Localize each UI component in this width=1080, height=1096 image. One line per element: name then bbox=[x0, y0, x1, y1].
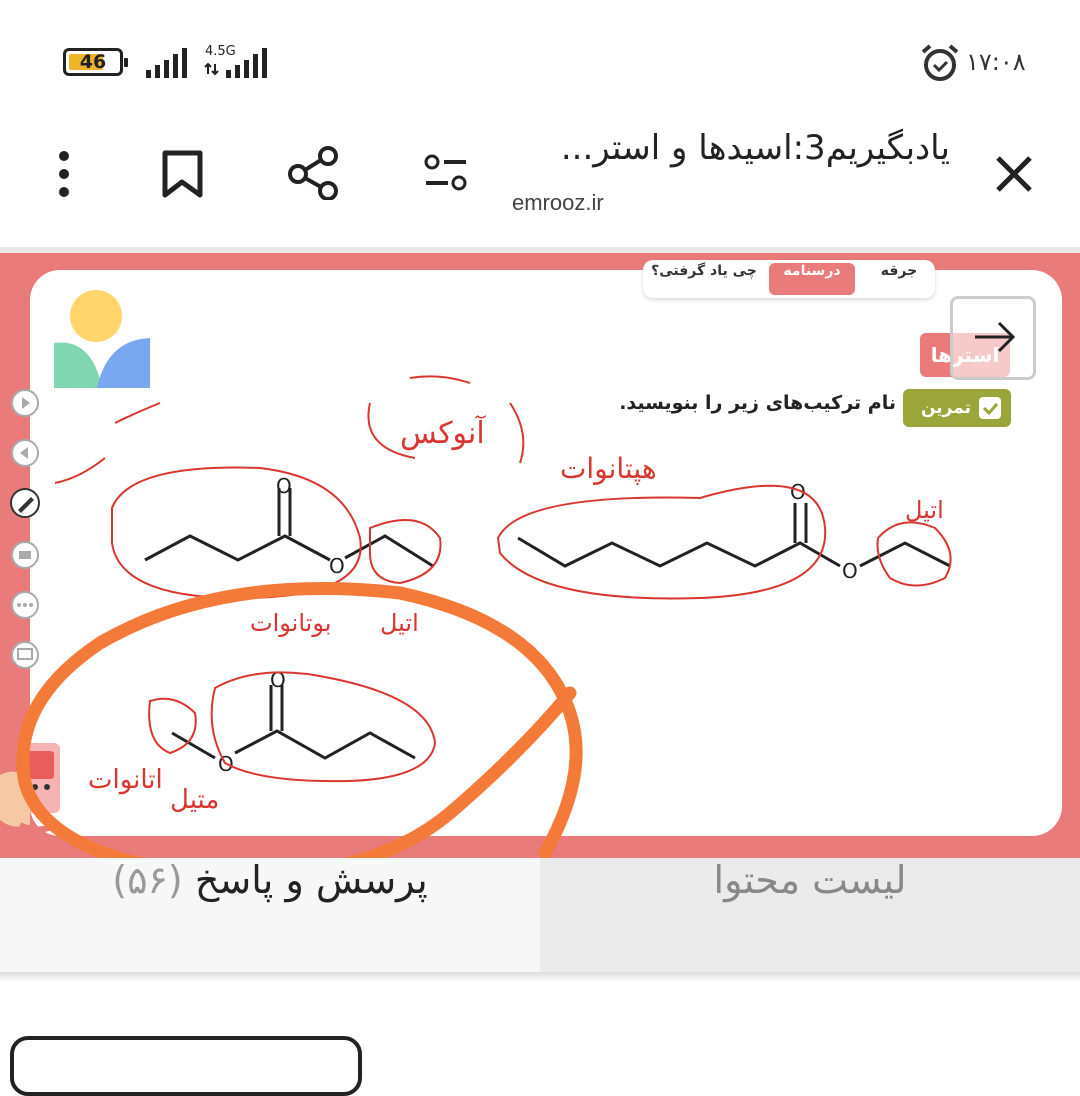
note-butanoate: بوتانوات bbox=[250, 609, 331, 637]
oxygen-label: O bbox=[276, 474, 292, 498]
tabs-shadow bbox=[0, 972, 1080, 982]
more-vertical-icon[interactable] bbox=[54, 150, 74, 198]
alarm-icon bbox=[921, 44, 959, 81]
signal-icon bbox=[204, 48, 267, 78]
settings-sliders-icon[interactable] bbox=[424, 154, 468, 192]
bottom-card[interactable] bbox=[10, 1036, 362, 1096]
molecule-ethyl-heptanoate bbox=[517, 503, 951, 568]
close-icon[interactable] bbox=[994, 154, 1034, 194]
share-icon[interactable] bbox=[288, 146, 340, 200]
qa-label: پرسش و پاسخ bbox=[194, 858, 428, 902]
molecule-ethyl-butanoate bbox=[144, 488, 434, 568]
note-heptanoate: هپتانوات bbox=[560, 452, 657, 485]
note-ethyl-2: اتیل bbox=[905, 496, 944, 524]
clock-time: ۱۷:۰۸ bbox=[966, 48, 1026, 76]
tab-content-list[interactable]: لیست محتوا bbox=[540, 858, 1080, 972]
note-methyl: متیل bbox=[170, 785, 219, 815]
note-alkanoxy: آنوکس bbox=[400, 415, 486, 451]
oxygen-label: O bbox=[842, 559, 858, 583]
battery-icon: 46 bbox=[63, 48, 128, 76]
molecule-drawings: O O O O O O بوتانوات اتیل هپتانوات اتیل … bbox=[16, 375, 952, 858]
bookmark-icon[interactable] bbox=[162, 150, 204, 198]
battery-level: 46 bbox=[79, 51, 107, 73]
molecule-methyl-butanoate bbox=[171, 685, 416, 760]
note-ethanoate: اتانوات bbox=[88, 765, 163, 795]
qa-count: (۵۶) bbox=[112, 858, 183, 902]
oxygen-label: O bbox=[329, 554, 345, 578]
red-annotations bbox=[54, 375, 952, 783]
signal-icon bbox=[146, 48, 187, 78]
page-domain: emrooz.ir bbox=[512, 190, 604, 215]
tab-questions-answers[interactable]: پرسش و پاسخ (۵۶) bbox=[0, 858, 540, 972]
note-ethyl-1: اتیل bbox=[380, 609, 419, 637]
page-title: یادبگیریم3:اسیدها و استر... bbox=[560, 128, 950, 168]
